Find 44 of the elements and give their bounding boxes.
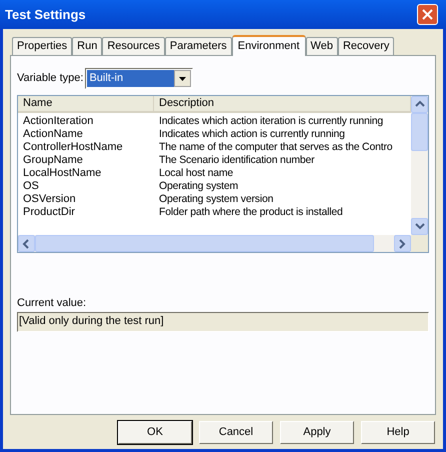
dialog-button[interactable]: Help bbox=[361, 421, 435, 444]
window-title: Test Settings bbox=[5, 6, 86, 24]
scroll-down-button[interactable] bbox=[411, 218, 428, 235]
table-cell-text: Folder path where the product is installed bbox=[158, 206, 344, 219]
scroll-left-button[interactable] bbox=[18, 235, 35, 252]
table-cell-text: ProductDir bbox=[22, 206, 76, 219]
tab[interactable]: Web bbox=[306, 37, 338, 55]
table-cell-text: ControllerHostName bbox=[22, 141, 124, 154]
column-header[interactable]: Name bbox=[18, 96, 154, 113]
tab[interactable]: Run bbox=[72, 37, 102, 55]
table-cell-text: LocalHostName bbox=[22, 167, 102, 180]
table-cell-text: GroupName bbox=[22, 154, 84, 167]
close-icon bbox=[422, 9, 433, 20]
table-cell-text: The name of the computer that serves as the Contro bbox=[158, 141, 394, 154]
table-cell-text: Operating system version bbox=[158, 193, 274, 206]
table-cell-text: Operating system bbox=[158, 180, 240, 193]
table-cell-text: ActionName bbox=[22, 128, 84, 141]
close-button[interactable] bbox=[417, 4, 438, 25]
tab[interactable]: Properties bbox=[12, 37, 72, 55]
current-value-field: [Valid only during the test run] bbox=[17, 312, 429, 332]
table-cell-text: Indicates which action iteration is currently running bbox=[158, 115, 384, 128]
tab[interactable]: Resources bbox=[102, 37, 165, 55]
tab[interactable]: Parameters bbox=[164, 37, 232, 55]
table-cell-text: The Scenario identification number bbox=[158, 154, 316, 167]
table-cell-text: OSVersion bbox=[22, 193, 77, 206]
variable-type-dropdown[interactable]: Built-in bbox=[85, 68, 194, 89]
current-value-label: Current value: bbox=[17, 296, 88, 311]
variable-type-label: Variable type: bbox=[17, 71, 84, 86]
table-cell-text: Indicates which action is currently running bbox=[158, 128, 346, 141]
table-cell-text: OS bbox=[22, 180, 40, 193]
dialog-button[interactable]: OK bbox=[118, 421, 192, 444]
scrollbar-corner bbox=[411, 235, 428, 252]
scroll-up-button[interactable] bbox=[411, 96, 428, 113]
column-header[interactable]: Description bbox=[154, 96, 411, 113]
dialog-button[interactable]: Apply bbox=[280, 421, 354, 444]
caret-icon bbox=[179, 76, 186, 80]
dialog-button[interactable]: Cancel bbox=[199, 421, 273, 444]
table-cell-text: Local host name bbox=[158, 167, 234, 180]
table-cell-text: ActionIteration bbox=[22, 115, 94, 128]
tab[interactable]: Environment bbox=[232, 35, 306, 56]
tab[interactable]: Recovery bbox=[338, 37, 394, 55]
vertical-scrollbar[interactable] bbox=[411, 96, 428, 235]
scroll-thumb[interactable] bbox=[411, 113, 428, 151]
scroll-right-button[interactable] bbox=[394, 235, 411, 252]
